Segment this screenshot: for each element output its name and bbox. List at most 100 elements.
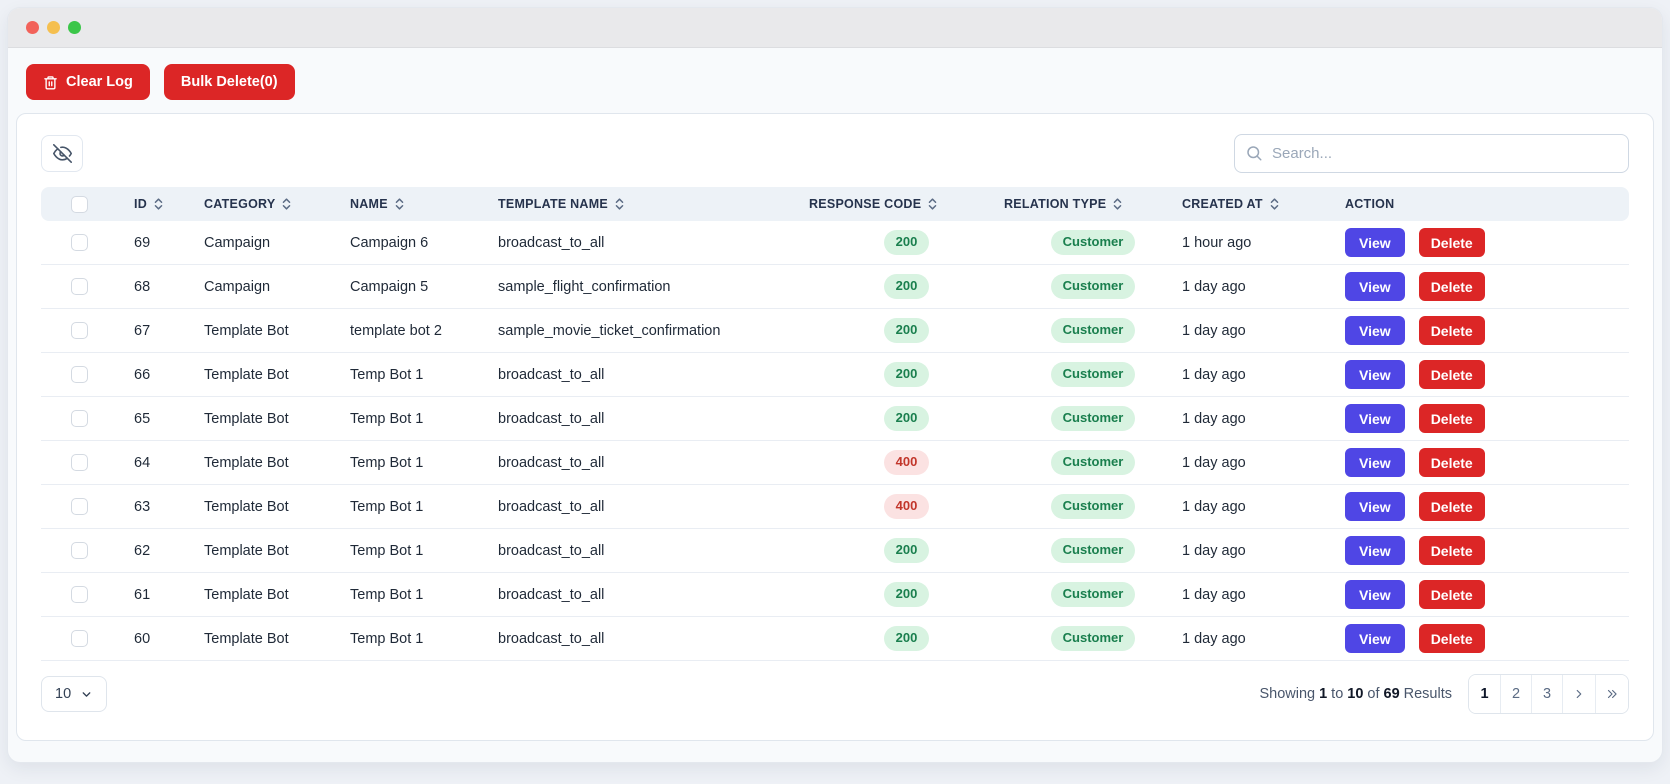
cell-name: Temp Bot 1: [350, 573, 498, 617]
table-controls: [41, 134, 1629, 173]
sort-icon[interactable]: [614, 197, 625, 211]
sort-icon[interactable]: [153, 197, 164, 211]
sort-icon[interactable]: [281, 197, 292, 211]
delete-button[interactable]: Delete: [1419, 624, 1485, 653]
cell-created-at: 1 day ago: [1182, 573, 1345, 617]
relation-type-badge: Customer: [1051, 626, 1136, 651]
column-header-id[interactable]: ID: [126, 187, 204, 221]
page-button-1[interactable]: 1: [1469, 675, 1500, 713]
select-all-checkbox[interactable]: [71, 196, 88, 213]
delete-button[interactable]: Delete: [1419, 492, 1485, 521]
cell-name: Temp Bot 1: [350, 441, 498, 485]
table-row: 64 Template Bot Temp Bot 1 broadcast_to_…: [41, 441, 1629, 485]
zoom-window-button[interactable]: [68, 21, 81, 34]
row-checkbox[interactable]: [71, 454, 88, 471]
sort-icon[interactable]: [1269, 197, 1280, 211]
cell-category: Campaign: [204, 221, 350, 265]
view-button[interactable]: View: [1345, 404, 1405, 433]
relation-type-badge: Customer: [1051, 318, 1136, 343]
table-footer: 10 Showing 1 to 10 of 69 Results 1: [41, 674, 1629, 714]
eye-off-icon: [53, 144, 72, 163]
search-input[interactable]: [1234, 134, 1629, 173]
app-window: Clear Log Bulk Delete(0): [8, 8, 1662, 762]
delete-button[interactable]: Delete: [1419, 448, 1485, 477]
column-header-relation-type[interactable]: RELATION TYPE: [1004, 187, 1182, 221]
last-page-button[interactable]: [1595, 675, 1628, 713]
cell-created-at: 1 day ago: [1182, 617, 1345, 661]
results-summary: Showing 1 to 10 of 69 Results: [1259, 686, 1452, 702]
page-button-3[interactable]: 3: [1531, 675, 1562, 713]
table-row: 66 Template Bot Temp Bot 1 broadcast_to_…: [41, 353, 1629, 397]
cell-name: Temp Bot 1: [350, 485, 498, 529]
row-checkbox[interactable]: [71, 498, 88, 515]
table-header-row: ID CATEGORY NAME TEMPLATE NAME RESPONSE …: [41, 187, 1629, 221]
page-size-value: 10: [55, 686, 71, 702]
delete-button[interactable]: Delete: [1419, 404, 1485, 433]
column-header-created-at[interactable]: CREATED AT: [1182, 187, 1345, 221]
column-header-template-name[interactable]: TEMPLATE NAME: [498, 187, 809, 221]
cell-template-name: broadcast_to_all: [498, 617, 809, 661]
relation-type-badge: Customer: [1051, 582, 1136, 607]
delete-button[interactable]: Delete: [1419, 536, 1485, 565]
response-code-badge: 200: [884, 406, 930, 431]
cell-template-name: broadcast_to_all: [498, 397, 809, 441]
cell-template-name: broadcast_to_all: [498, 573, 809, 617]
page-body: Clear Log Bulk Delete(0): [8, 48, 1662, 741]
row-checkbox[interactable]: [71, 586, 88, 603]
row-checkbox[interactable]: [71, 542, 88, 559]
view-button[interactable]: View: [1345, 624, 1405, 653]
sort-icon[interactable]: [394, 197, 405, 211]
clear-log-button[interactable]: Clear Log: [26, 64, 150, 100]
page-button-2[interactable]: 2: [1500, 675, 1531, 713]
delete-button[interactable]: Delete: [1419, 272, 1485, 301]
cell-category: Template Bot: [204, 353, 350, 397]
toggle-columns-visibility-button[interactable]: [41, 135, 83, 172]
row-checkbox[interactable]: [71, 410, 88, 427]
cell-template-name: sample_movie_ticket_confirmation: [498, 309, 809, 353]
response-code-badge: 200: [884, 230, 930, 255]
next-page-button[interactable]: [1562, 675, 1595, 713]
row-checkbox[interactable]: [71, 366, 88, 383]
response-code-badge: 200: [884, 318, 930, 343]
view-button[interactable]: View: [1345, 360, 1405, 389]
row-checkbox[interactable]: [71, 278, 88, 295]
toolbar: Clear Log Bulk Delete(0): [26, 64, 1654, 100]
cell-created-at: 1 day ago: [1182, 397, 1345, 441]
column-header-response-code[interactable]: RESPONSE CODE: [809, 187, 1004, 221]
view-button[interactable]: View: [1345, 272, 1405, 301]
column-header-action: ACTION: [1345, 187, 1629, 221]
view-button[interactable]: View: [1345, 536, 1405, 565]
cell-id: 67: [126, 309, 204, 353]
relation-type-badge: Customer: [1051, 274, 1136, 299]
delete-button[interactable]: Delete: [1419, 580, 1485, 609]
log-table: ID CATEGORY NAME TEMPLATE NAME RESPONSE …: [41, 187, 1629, 661]
cell-template-name: broadcast_to_all: [498, 441, 809, 485]
page-size-select[interactable]: 10: [41, 676, 107, 712]
cell-id: 60: [126, 617, 204, 661]
delete-button[interactable]: Delete: [1419, 228, 1485, 257]
row-checkbox[interactable]: [71, 234, 88, 251]
sort-icon[interactable]: [927, 197, 938, 211]
column-header-name[interactable]: NAME: [350, 187, 498, 221]
view-button[interactable]: View: [1345, 316, 1405, 345]
sort-icon[interactable]: [1112, 197, 1123, 211]
response-code-badge: 200: [884, 538, 930, 563]
response-code-badge: 200: [884, 362, 930, 387]
row-checkbox[interactable]: [71, 322, 88, 339]
delete-button[interactable]: Delete: [1419, 316, 1485, 345]
cell-name: Temp Bot 1: [350, 353, 498, 397]
cell-created-at: 1 day ago: [1182, 353, 1345, 397]
relation-type-badge: Customer: [1051, 362, 1136, 387]
relation-type-badge: Customer: [1051, 230, 1136, 255]
trash-icon: [43, 75, 58, 90]
bulk-delete-button[interactable]: Bulk Delete(0): [164, 64, 295, 100]
view-button[interactable]: View: [1345, 580, 1405, 609]
close-window-button[interactable]: [26, 21, 39, 34]
minimize-window-button[interactable]: [47, 21, 60, 34]
view-button[interactable]: View: [1345, 492, 1405, 521]
column-header-category[interactable]: CATEGORY: [204, 187, 350, 221]
view-button[interactable]: View: [1345, 228, 1405, 257]
view-button[interactable]: View: [1345, 448, 1405, 477]
delete-button[interactable]: Delete: [1419, 360, 1485, 389]
row-checkbox[interactable]: [71, 630, 88, 647]
